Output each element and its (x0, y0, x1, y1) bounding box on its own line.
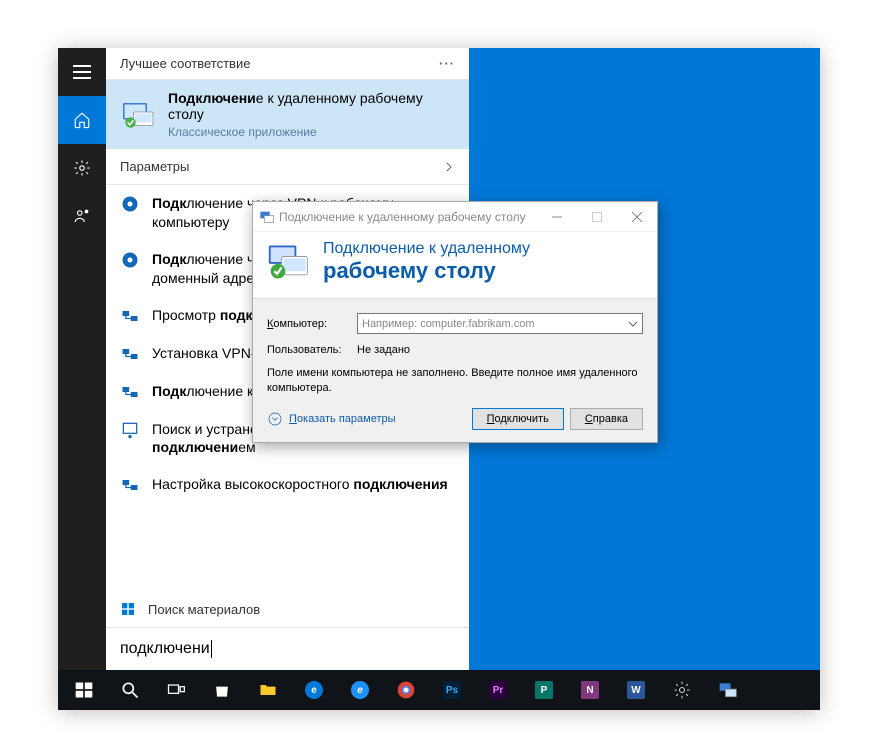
minimize-icon (552, 212, 562, 222)
close-icon (632, 212, 642, 222)
rdp-app-icon (120, 97, 156, 133)
bag-icon (212, 680, 232, 700)
windows-icon (74, 680, 94, 700)
publisher-button[interactable]: P (522, 670, 566, 710)
minimize-button[interactable] (537, 202, 577, 232)
gear-icon (120, 194, 140, 214)
user-value: Не задано (357, 344, 410, 356)
computer-combobox[interactable]: Например: computer.fabrikam.com (357, 313, 643, 334)
settings-taskbar-button[interactable] (660, 670, 704, 710)
network-icon (120, 306, 140, 326)
dialog-title: Подключение к удаленному рабочему столу (275, 210, 537, 224)
dialog-body: Компьютер: Например: computer.fabrikam.c… (253, 298, 657, 442)
close-button[interactable] (617, 202, 657, 232)
network-icon (120, 382, 140, 402)
chrome-button[interactable] (384, 670, 428, 710)
maximize-icon (592, 212, 602, 222)
hamburger-menu-button[interactable] (58, 48, 106, 96)
dialog-heading-line1: Подключение к удаленному (323, 240, 530, 258)
search-taskbar-button[interactable] (108, 670, 152, 710)
best-match-header-label: Лучшее соответствие (120, 56, 250, 71)
store-taskbar-button[interactable] (200, 670, 244, 710)
connect-button[interactable]: Подключить (472, 408, 564, 430)
user-label: Пользователь: (267, 344, 347, 356)
search-input[interactable]: подключени (106, 627, 469, 670)
start-button[interactable] (62, 670, 106, 710)
search-text: подключени (120, 640, 210, 658)
settings-header-label: Параметры (120, 159, 189, 174)
maximize-button[interactable] (577, 202, 617, 232)
start-left-rail (58, 48, 106, 670)
network-icon (120, 344, 140, 364)
account-rail-button[interactable] (58, 192, 106, 240)
store-header-label: Поиск материалов (148, 602, 260, 617)
photoshop-button[interactable]: Ps (430, 670, 474, 710)
best-match-result[interactable]: Подключение к удаленному рабочему столу … (106, 80, 469, 149)
dialog-titlebar[interactable]: Подключение к удаленному рабочему столу (253, 202, 657, 232)
chrome-icon (396, 680, 416, 700)
gear-icon (73, 159, 91, 177)
show-options-label: Показать параметры (289, 413, 396, 425)
search-icon (120, 680, 140, 700)
result-item[interactable]: Настройка высокоскоростного подключения (106, 466, 469, 504)
edge-button[interactable]: e (292, 670, 336, 710)
word-button[interactable]: W (614, 670, 658, 710)
text-cursor (211, 640, 212, 658)
home-icon (73, 111, 91, 129)
rdp-small-icon (718, 680, 738, 700)
store-icon (120, 601, 136, 617)
dialog-heading-line2: рабочему столу (323, 258, 530, 284)
rdp-connection-dialog: Подключение к удаленному рабочему столу … (252, 201, 658, 443)
gear-icon (120, 250, 140, 270)
troubleshoot-icon (120, 420, 140, 440)
rdp-header-icon (267, 240, 311, 284)
chevron-down-icon (628, 319, 638, 329)
rdp-taskbar-button[interactable] (706, 670, 750, 710)
ie-button[interactable]: e (338, 670, 382, 710)
chevron-down-circle-icon (267, 411, 283, 427)
file-explorer-button[interactable] (246, 670, 290, 710)
result-label: Настройка высокоскоростного подключения (152, 475, 448, 494)
folder-icon (258, 680, 278, 700)
show-options-toggle[interactable]: Показать параметры (267, 411, 396, 427)
rdp-titlebar-icon (259, 209, 275, 225)
taskview-button[interactable] (154, 670, 198, 710)
premiere-button[interactable]: Pr (476, 670, 520, 710)
best-match-subtitle: Классическое приложение (168, 125, 455, 139)
best-match-title: Подключение к удаленному рабочему столу (168, 90, 455, 122)
more-options-button[interactable]: ··· (439, 56, 455, 71)
onenote-button[interactable]: N (568, 670, 612, 710)
store-section-header[interactable]: Поиск материалов (106, 591, 469, 627)
settings-rail-button[interactable] (58, 144, 106, 192)
network-icon (120, 475, 140, 495)
home-button[interactable] (58, 96, 106, 144)
best-match-header: Лучшее соответствие ··· (106, 48, 469, 80)
settings-section-header[interactable]: Параметры (106, 149, 469, 185)
computer-placeholder: Например: computer.fabrikam.com (362, 318, 535, 330)
taskview-icon (166, 680, 186, 700)
chevron-right-icon (443, 161, 455, 173)
dialog-message: Поле имени компьютера не заполнено. Введ… (267, 366, 643, 396)
computer-label: Компьютер: (267, 318, 347, 330)
account-icon (73, 207, 91, 225)
gear-icon (672, 680, 692, 700)
help-button[interactable]: Справка (570, 408, 643, 430)
taskbar: e e Ps Pr P N W (58, 670, 820, 710)
dialog-header: Подключение к удаленному рабочему столу (253, 232, 657, 298)
